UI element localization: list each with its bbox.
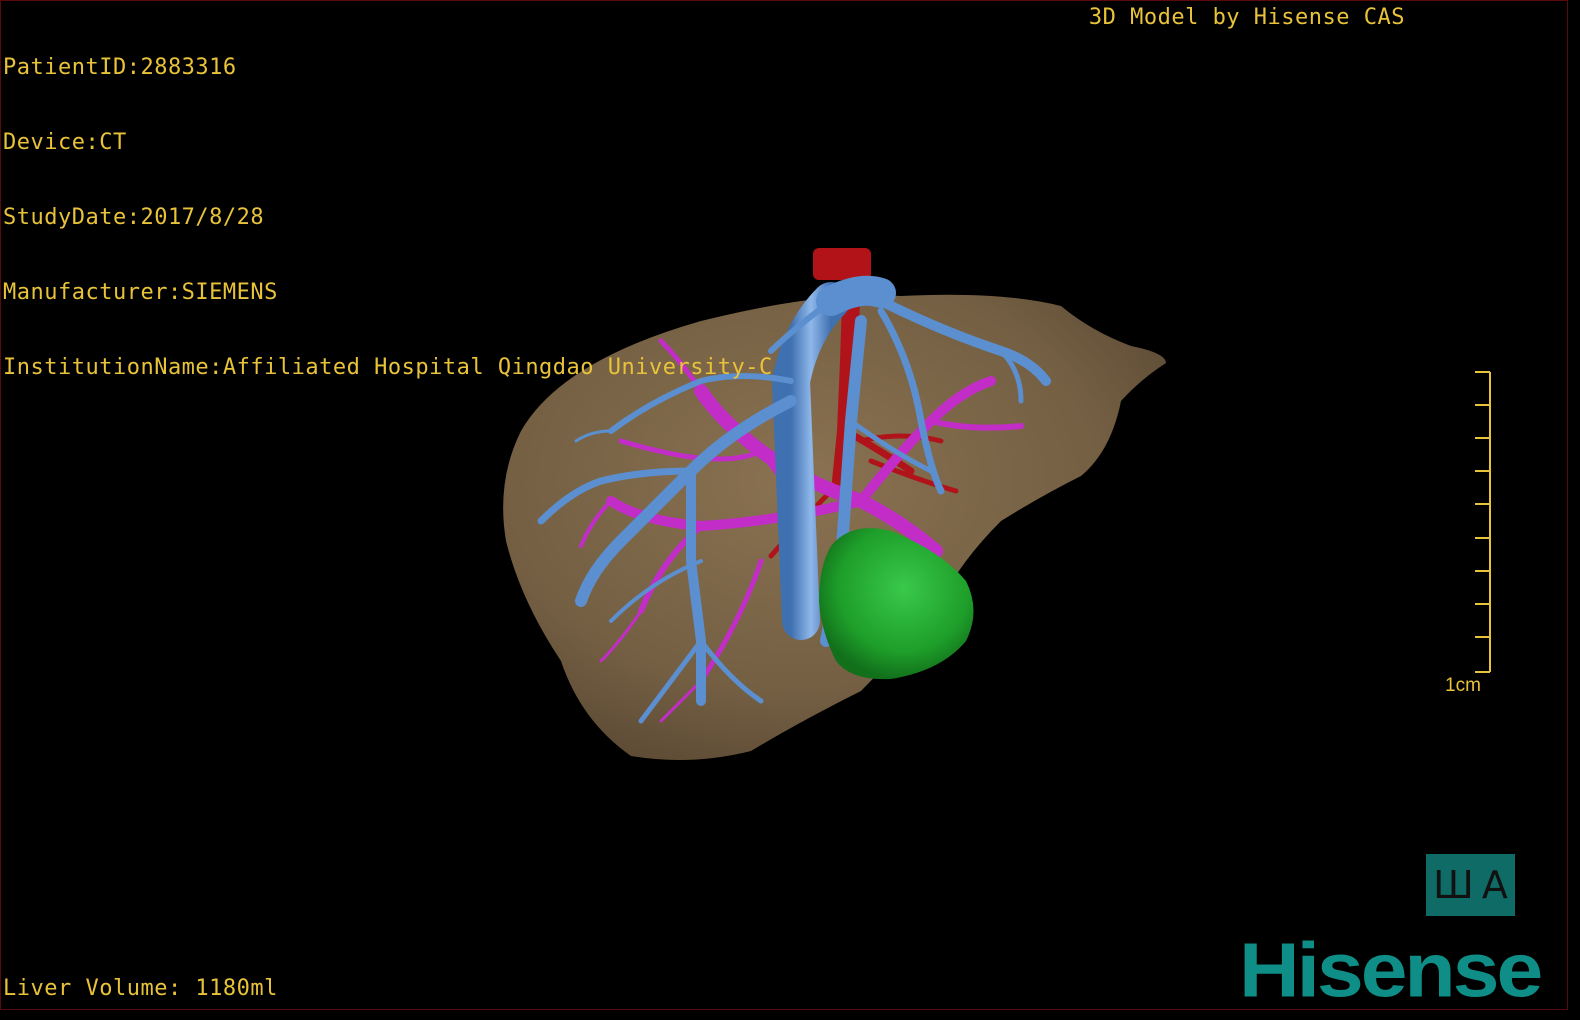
- patient-id: PatientID:2883316: [3, 55, 237, 80]
- hisense-logo: Hisense: [1239, 926, 1543, 1010]
- 3d-viewport[interactable]: PatientID:2883316 Device:CT StudyDate:20…: [0, 0, 1568, 1010]
- scale-bar-label: 1cm: [1445, 675, 1481, 696]
- manufacturer: Manufacturer:SIEMENS: [3, 280, 278, 305]
- view-toggle-button[interactable]: Ш A: [1426, 854, 1515, 916]
- liver-volume: Liver Volume: 1180ml: [3, 976, 278, 1001]
- study-info-overlay: PatientID:2883316 Device:CT StudyDate:20…: [3, 5, 773, 430]
- device: Device:CT: [3, 130, 127, 155]
- institution-name: InstitutionName:Affiliated Hospital Qing…: [3, 355, 773, 380]
- model-brand-caption: 3D Model by Hisense CAS: [1088, 5, 1405, 30]
- study-date: StudyDate:2017/8/28: [3, 205, 265, 230]
- view-left-glyph: Ш: [1433, 863, 1474, 907]
- view-right-glyph: A: [1481, 863, 1508, 907]
- scale-bar: [1475, 371, 1491, 673]
